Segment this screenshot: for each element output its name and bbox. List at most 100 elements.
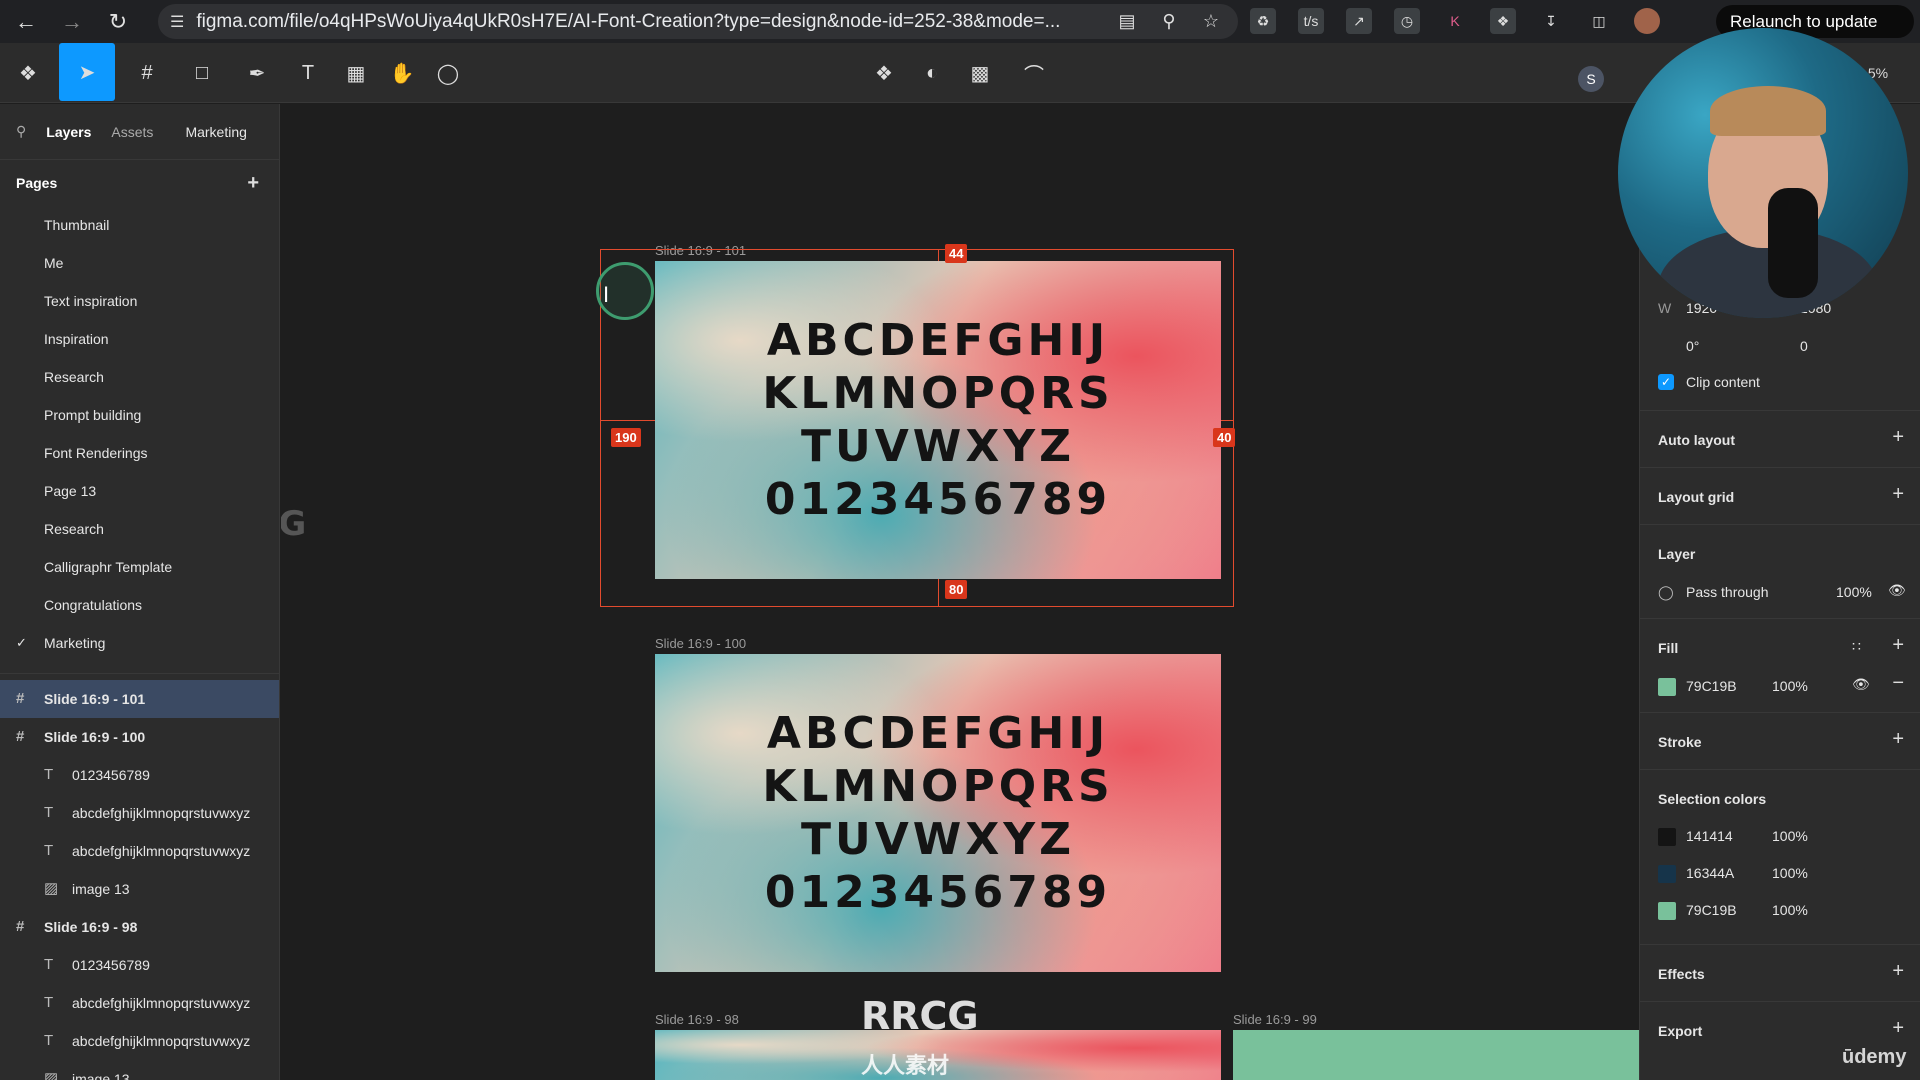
url-text[interactable]: figma.com/file/o4qHPsWoUiya4qUkR0sH7E/AI… xyxy=(196,11,1096,33)
boolean-icon[interactable]: ▩ xyxy=(958,51,1002,95)
add-auto-layout-icon[interactable]: + xyxy=(1892,426,1904,449)
corner-radius-input[interactable]: 0 xyxy=(1800,338,1808,354)
fill-styles-icon[interactable]: ∷ xyxy=(1852,638,1861,655)
mask-icon[interactable]: ◐ xyxy=(910,51,954,95)
add-export-icon[interactable]: + xyxy=(1892,1017,1904,1040)
page-item[interactable]: Font Renderings xyxy=(0,434,279,472)
crop-icon[interactable]: ⌒ xyxy=(1012,51,1056,95)
pen-tool-icon[interactable]: ✒ xyxy=(235,51,279,95)
add-page-icon[interactable]: + xyxy=(247,172,259,195)
zoom-icon[interactable]: ⚲ xyxy=(1158,10,1180,32)
selection-color-hex[interactable]: 141414 xyxy=(1686,828,1733,844)
text-tool-icon[interactable]: T xyxy=(286,51,330,95)
selection-color-swatch[interactable] xyxy=(1658,902,1676,920)
resources-tool-icon[interactable]: ▦ xyxy=(334,51,378,95)
user-avatar[interactable]: S xyxy=(1578,66,1604,92)
slide-99[interactable] xyxy=(1233,1030,1639,1080)
extension-clock-icon[interactable]: ◷ xyxy=(1394,8,1420,34)
rotation-input[interactable]: 0° xyxy=(1686,338,1699,354)
selection-color-opacity[interactable]: 100% xyxy=(1772,902,1808,918)
page-item-label: Prompt building xyxy=(44,407,142,423)
add-layout-grid-icon[interactable]: + xyxy=(1892,483,1904,506)
selection-color-hex[interactable]: 16344A xyxy=(1686,865,1734,881)
fill-visibility-icon[interactable]: 👁 xyxy=(1852,676,1870,693)
slide-101[interactable]: ABCDEFGHIJ KLMNOPQRS TUVWXYZ 0123456789 xyxy=(655,261,1221,579)
layer-row[interactable]: Tabcdefghijklmnopqrstuvwxyz xyxy=(0,794,279,832)
layer-row[interactable]: Tabcdefghijklmnopqrstuvwxyz xyxy=(0,832,279,870)
page-item[interactable]: ✓ Marketing xyxy=(0,624,279,662)
layer-visibility-icon[interactable]: 👁 xyxy=(1888,582,1906,599)
shape-tool-icon[interactable]: □ xyxy=(180,51,224,95)
add-effect-icon[interactable]: + xyxy=(1892,960,1904,983)
frame-label-100[interactable]: Slide 16:9 - 100 xyxy=(655,636,746,651)
selection-color-opacity[interactable]: 100% xyxy=(1772,828,1808,844)
layer-title: Layer xyxy=(1658,546,1696,562)
extension-k-icon[interactable]: K xyxy=(1442,8,1468,34)
frame-label-98[interactable]: Slide 16:9 - 98 xyxy=(655,1012,739,1027)
extension-recycle-icon[interactable]: ♻ xyxy=(1250,8,1276,34)
layer-label: Slide 16:9 - 98 xyxy=(44,919,138,935)
page-item[interactable]: Thumbnail xyxy=(0,206,279,244)
tab-layers[interactable]: Layers xyxy=(46,124,91,140)
add-stroke-icon[interactable]: + xyxy=(1892,728,1904,751)
site-settings-icon[interactable]: ☰ xyxy=(170,12,184,32)
extension-ts-icon[interactable]: t/s xyxy=(1298,8,1324,34)
selection-color-swatch[interactable] xyxy=(1658,865,1676,883)
layer-row[interactable]: T 0123456789 xyxy=(0,946,279,984)
profile-avatar-icon[interactable] xyxy=(1634,8,1660,34)
sidebar-icon[interactable]: ◫ xyxy=(1586,8,1612,34)
layer-row[interactable]: T 0123456789 xyxy=(0,756,279,794)
back-icon[interactable]: ← xyxy=(6,2,46,42)
remove-fill-icon[interactable]: − xyxy=(1892,672,1904,695)
page-item[interactable]: Calligraphr Template xyxy=(0,548,279,586)
frame-tool-icon[interactable]: # xyxy=(125,51,169,95)
layer-row[interactable]: # Slide 16:9 - 100 xyxy=(0,718,279,756)
layer-row[interactable]: ▨ image 13 xyxy=(0,1060,279,1080)
fill-hex-input[interactable]: 79C19B xyxy=(1686,678,1737,694)
hand-tool-icon[interactable]: ✋ xyxy=(380,51,424,95)
extensions-puzzle-icon[interactable]: ❖ xyxy=(1490,8,1516,34)
search-icon[interactable]: ⚲ xyxy=(16,123,26,140)
blend-mode-select[interactable]: Pass through xyxy=(1686,584,1769,600)
layer-row[interactable]: Tabcdefghijklmnopqrstuvwxyz xyxy=(0,984,279,1022)
layer-row[interactable]: # Slide 16:9 - 98 xyxy=(0,908,279,946)
address-bar[interactable]: ☰ figma.com/file/o4qHPsWoUiya4qUkR0sH7E/… xyxy=(158,4,1238,39)
fill-opacity-input[interactable]: 100% xyxy=(1772,678,1808,694)
page-item[interactable]: Research xyxy=(0,358,279,396)
layer-row[interactable]: ▨ image 13 xyxy=(0,870,279,908)
page-item[interactable]: Prompt building xyxy=(0,396,279,434)
page-switcher[interactable]: Marketing xyxy=(185,124,246,140)
page-item[interactable]: Research xyxy=(0,510,279,548)
selection-color-swatch[interactable] xyxy=(1658,828,1676,846)
layer-row[interactable]: # Slide 16:9 - 101 xyxy=(0,680,279,718)
add-fill-icon[interactable]: + xyxy=(1892,634,1904,657)
page-item[interactable]: Me xyxy=(0,244,279,282)
frame-label-99[interactable]: Slide 16:9 - 99 xyxy=(1233,1012,1317,1027)
page-item[interactable]: Page 13 xyxy=(0,472,279,510)
layer-label: abcdefghijklmnopqrstuvwxyz xyxy=(72,1033,251,1049)
selection-color-opacity[interactable]: 100% xyxy=(1772,865,1808,881)
component-icon[interactable]: ❖ xyxy=(862,51,906,95)
fill-swatch[interactable] xyxy=(1658,678,1676,696)
page-item[interactable]: Inspiration xyxy=(0,320,279,358)
clipboard-icon[interactable]: ▤ xyxy=(1116,10,1138,32)
comment-tool-icon[interactable]: ◯ xyxy=(426,51,470,95)
download-icon[interactable]: ↧ xyxy=(1538,8,1564,34)
bookmark-star-icon[interactable]: ☆ xyxy=(1200,10,1222,32)
reload-icon[interactable]: ↻ xyxy=(98,2,138,42)
page-item[interactable]: Text inspiration xyxy=(0,282,279,320)
move-tool-icon[interactable]: ➤ xyxy=(59,43,115,101)
export-title: Export xyxy=(1658,1023,1703,1039)
layer-opacity-input[interactable]: 100% xyxy=(1836,584,1872,600)
main-menu-icon[interactable]: ❖ xyxy=(6,51,50,95)
divider xyxy=(1640,410,1920,411)
slide-100[interactable]: ABCDEFGHIJ KLMNOPQRS TUVWXYZ 0123456789 xyxy=(655,654,1221,972)
layer-row[interactable]: Tabcdefghijklmnopqrstuvwxyz xyxy=(0,1022,279,1060)
tab-assets[interactable]: Assets xyxy=(111,124,153,140)
forward-icon[interactable]: → xyxy=(52,2,92,42)
selection-color-hex[interactable]: 79C19B xyxy=(1686,902,1737,918)
page-item[interactable]: Congratulations xyxy=(0,586,279,624)
design-canvas[interactable]: Slide 16:9 - 101 ABCDEFGHIJ KLMNOPQRS TU… xyxy=(281,104,1639,1080)
clip-content-checkbox[interactable]: ✓ xyxy=(1658,374,1674,390)
extension-chart-icon[interactable]: ↗ xyxy=(1346,8,1372,34)
